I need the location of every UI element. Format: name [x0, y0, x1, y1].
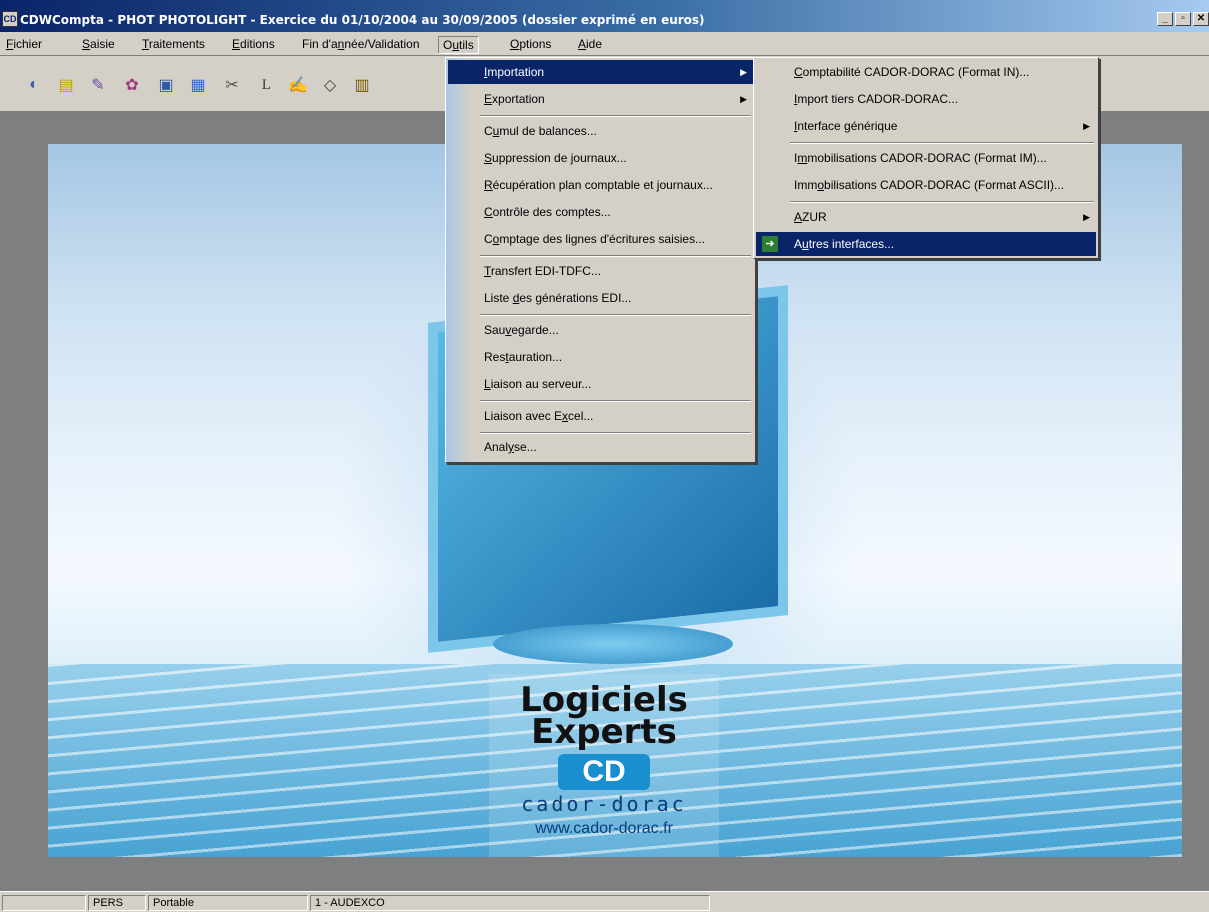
menu-item-cumul-balances[interactable]: Cumul de balances... — [448, 119, 753, 143]
outils-menu: Importation ▶ Exportation ▶ Cumul de balan… — [445, 57, 756, 463]
import-arrow-icon: ➔ — [762, 236, 778, 252]
menu-separator — [480, 400, 751, 402]
menu-item-exportation[interactable]: Exportation ▶ — [448, 87, 753, 111]
journal-icon[interactable]: ▣ — [156, 75, 176, 95]
menu-item-comptage-lignes[interactable]: Comptage des lignes d'écritures saisies.… — [448, 227, 753, 251]
document-icon[interactable]: ▦ — [188, 75, 208, 95]
folder-icon[interactable]: ▤ — [56, 75, 76, 95]
menu-item-importation[interactable]: Importation ▶ — [448, 60, 753, 84]
window-controls: _ ▫ ✕ — [1157, 12, 1209, 26]
submenu-item-import-tiers[interactable]: Import tiers CADOR-DORAC... — [756, 87, 1096, 111]
submenu-item-immobilisations-im[interactable]: Immobilisations CADOR-DORAC (Format IM).… — [756, 146, 1096, 170]
menu-fichier[interactable]: Fichier — [2, 36, 46, 52]
menu-outils[interactable]: Outils — [438, 36, 479, 54]
submenu-item-comptabilite-in[interactable]: Comptabilité CADOR-DORAC (Format IN)... — [756, 60, 1096, 84]
cd-mark: CD — [558, 754, 650, 790]
restore-button[interactable]: ▫ — [1175, 12, 1191, 26]
edit-icon[interactable]: ✍ — [288, 75, 308, 95]
menu-item-analyse[interactable]: Analyse... — [448, 435, 753, 459]
menu-item-liste-generations-edi[interactable]: Liste des générations EDI... — [448, 286, 753, 310]
status-cell-machine: Portable — [148, 895, 308, 911]
menu-traitements[interactable]: Traitements — [138, 36, 209, 52]
window-title: CDWCompta - PHOT PHOTOLIGHT - Exercice d… — [20, 13, 705, 27]
close-button[interactable]: ✕ — [1193, 12, 1209, 26]
menu-bar: Fichier Saisie Traitements Editions Fin … — [0, 33, 1209, 56]
menu-item-restauration[interactable]: Restauration... — [448, 345, 753, 369]
menu-separator — [480, 432, 751, 434]
menu-item-recuperation-plan[interactable]: Récupération plan comptable et journaux.… — [448, 173, 753, 197]
status-cell-empty — [2, 895, 86, 911]
app-icon[interactable]: CD — [2, 11, 18, 27]
logiciels-experts-logo: Logiciels Experts CD cador-dorac www.cad… — [489, 674, 719, 857]
logo-line2: Experts — [531, 712, 677, 752]
status-cell-mode: PERS — [88, 895, 146, 911]
eraser-icon[interactable]: ◇ — [320, 75, 340, 95]
submenu-item-interface-generique[interactable]: Interface générique ▶ — [756, 114, 1096, 138]
minimize-button[interactable]: _ — [1157, 12, 1173, 26]
submenu-arrow-icon: ▶ — [1083, 212, 1090, 222]
menu-aide[interactable]: Aide — [574, 36, 606, 52]
logo-url: www.cador-dorac.fr — [535, 820, 673, 837]
scissors-icon[interactable]: ✂ — [222, 75, 242, 95]
logo-brand: cador-dorac — [521, 792, 687, 816]
menu-item-liaison-excel[interactable]: Liaison avec Excel... — [448, 404, 753, 428]
submenu-arrow-icon: ▶ — [740, 94, 747, 104]
menu-separator — [480, 255, 751, 257]
menu-options[interactable]: Options — [506, 36, 555, 52]
chart-icon[interactable]: ✿ — [122, 75, 142, 95]
submenu-arrow-icon: ▶ — [1083, 121, 1090, 131]
menu-separator — [790, 142, 1094, 144]
menu-saisie[interactable]: Saisie — [78, 36, 119, 52]
menu-separator — [790, 201, 1094, 203]
menu-separator — [480, 115, 751, 117]
menu-fin-annee[interactable]: Fin d'année/Validation — [298, 36, 424, 52]
submenu-item-autres-interfaces[interactable]: ➔ Autres interfaces... — [756, 232, 1096, 256]
menu-item-controle-comptes[interactable]: Contrôle des comptes... — [448, 200, 753, 224]
ledger-icon[interactable]: L — [256, 75, 276, 95]
menu-item-transfert-edi[interactable]: Transfert EDI-TDFC... — [448, 259, 753, 283]
menu-item-sauvegarde[interactable]: Sauvegarde... — [448, 318, 753, 342]
globe-icon[interactable]: ◐ — [24, 75, 44, 95]
menu-separator — [480, 314, 751, 316]
submenu-arrow-icon: ▶ — [740, 67, 747, 77]
status-bar: PERS Portable 1 - AUDEXCO — [0, 891, 1209, 912]
status-cell-user: 1 - AUDEXCO — [310, 895, 710, 911]
importation-submenu: Comptabilité CADOR-DORAC (Format IN)... … — [753, 57, 1099, 259]
menu-item-suppression-journaux[interactable]: Suppression de journaux... — [448, 146, 753, 170]
monitor-stand — [493, 624, 733, 664]
submenu-item-azur[interactable]: AZUR ▶ — [756, 205, 1096, 229]
pen-icon[interactable]: ✎ — [88, 75, 108, 95]
title-bar[interactable]: CD CDWCompta - PHOT PHOTOLIGHT - Exercic… — [0, 0, 1209, 33]
submenu-item-immobilisations-ascii[interactable]: Immobilisations CADOR-DORAC (Format ASCI… — [756, 173, 1096, 197]
menu-editions[interactable]: Editions — [228, 36, 279, 52]
book-icon[interactable]: ▥ — [352, 75, 372, 95]
menu-item-liaison-serveur[interactable]: Liaison au serveur... — [448, 372, 753, 396]
